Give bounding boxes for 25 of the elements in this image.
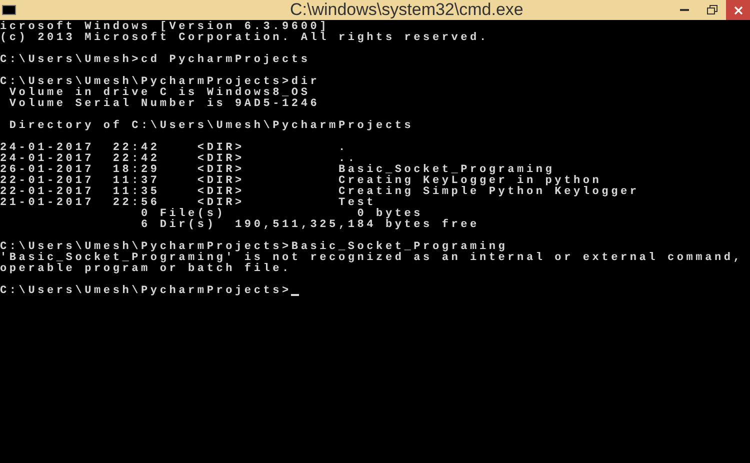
console-line: C:\Users\Umesh\PycharmProjects>dir: [0, 77, 320, 88]
console-line: Directory of C:\Users\Umesh\PycharmProjects: [8, 121, 414, 132]
close-button[interactable]: [726, 0, 750, 20]
console-line: 24-01-2017 22:42 <DIR> .: [0, 143, 348, 154]
console-line: 21-01-2017 22:56 <DIR> Test: [0, 198, 376, 209]
text-cursor: [291, 294, 300, 296]
console-line: 6 Dir(s) 190,511,325,184 bytes free: [140, 220, 480, 231]
console-line: C:\Users\Umesh\PycharmProjects>: [0, 286, 292, 297]
console-line: icrosoft Windows [Version 6.3.9600]: [0, 22, 330, 33]
console-line: 'Basic_Socket_Programing' is not recognized as an internal or external command,: [0, 253, 743, 264]
console-line: 22-01-2017 11:37 <DIR> Creating KeyLogger in python: [0, 176, 602, 187]
console-line: 26-01-2017 18:29 <DIR> Basic_Socket_Programing: [0, 165, 555, 176]
console-line: 22-01-2017 11:35 <DIR> Creating Simple Python Keylogger: [0, 187, 640, 198]
console-line: Volume in drive C is Windows8_OS: [8, 88, 310, 99]
restore-icon: [706, 5, 718, 15]
close-icon: [734, 6, 742, 14]
console-line: Volume Serial Number is 9AD5-1246: [8, 99, 320, 110]
console-line: operable program or batch file.: [0, 264, 292, 275]
console-line: C:\Users\Umesh>cd PycharmProjects: [0, 55, 310, 66]
window-title: C:\windows\system32\cmd.exe: [290, 1, 524, 19]
console-icon: [2, 5, 16, 15]
console-line: C:\Users\Umesh\PycharmProjects>Basic_Socket_Programing: [0, 242, 508, 253]
console-line: 24-01-2017 22:42 <DIR> ..: [0, 154, 358, 165]
console-line: (c) 2013 Microsoft Corporation. All rights reserved.: [0, 33, 489, 44]
console-line: 0 File(s) 0 bytes: [140, 209, 424, 220]
